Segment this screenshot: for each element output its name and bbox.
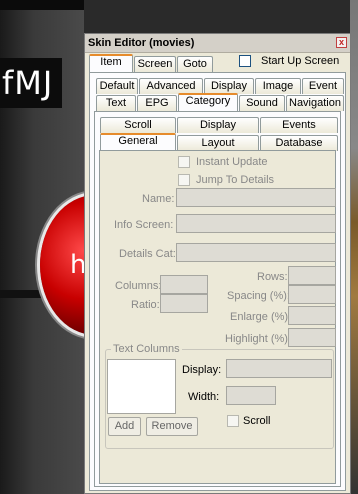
tab-advanced[interactable]: Advanced	[139, 78, 203, 94]
tab-layout-label: Layout	[201, 137, 235, 149]
tab-epg[interactable]: EPG	[137, 95, 177, 111]
name-field[interactable]	[176, 188, 336, 207]
width-field[interactable]	[226, 386, 276, 405]
details-cat-field[interactable]	[176, 243, 336, 262]
ratio-field[interactable]	[160, 294, 208, 313]
tab-image-label: Image	[262, 80, 294, 92]
scroll-checkbox[interactable]	[227, 415, 239, 427]
tab-scroll-label: Scroll	[124, 119, 152, 131]
tab-event-label: Event	[308, 80, 338, 92]
rows-label: Rows:	[257, 271, 288, 283]
tab-display-label: Display	[210, 80, 248, 92]
display-field[interactable]	[226, 359, 332, 378]
width-label: Width:	[188, 391, 220, 403]
background-strip	[0, 0, 84, 10]
tab-database[interactable]: Database	[260, 135, 338, 151]
window-title: Skin Editor (movies)	[88, 37, 195, 49]
category-panel: Scroll Display Events General Layout Dat…	[94, 111, 341, 487]
tab-general-label: General	[118, 135, 158, 147]
jump-to-details-label: Jump To Details	[196, 174, 275, 186]
tab-screen-label: Screen	[137, 58, 173, 70]
item-panel: Default Advanced Display Image Event Tex…	[89, 72, 346, 491]
background-logo: fMJ	[0, 58, 62, 108]
tab-sound[interactable]: Sound	[239, 95, 285, 111]
tab-event[interactable]: Event	[302, 78, 344, 94]
start-up-screen-checkbox[interactable]	[239, 55, 251, 67]
close-icon: x	[338, 37, 344, 47]
general-panel: Instant Update Jump To Details Name: Inf…	[99, 150, 336, 484]
close-button[interactable]: x	[336, 37, 347, 48]
tab-sub-display[interactable]: Display	[177, 117, 259, 133]
tab-layout[interactable]: Layout	[177, 135, 259, 151]
instant-update-checkbox[interactable]	[178, 156, 190, 168]
ratio-label: Ratio:	[131, 299, 160, 311]
info-screen-field[interactable]	[176, 214, 336, 233]
tab-events-label: Events	[282, 119, 316, 131]
add-button-label: Add	[114, 420, 135, 432]
text-columns-list[interactable]	[107, 359, 176, 414]
display-label: Display:	[182, 364, 222, 376]
tab-goto[interactable]: Goto	[177, 56, 213, 72]
tab-advanced-label: Advanced	[146, 80, 196, 92]
skin-editor-window: Skin Editor (movies) x Item Screen Goto …	[84, 33, 351, 494]
tab-goto-label: Goto	[183, 58, 207, 70]
highlight-label: Highlight (%):	[225, 333, 292, 345]
tab-text[interactable]: Text	[96, 95, 136, 111]
tab-sub-display-label: Display	[199, 119, 237, 131]
tab-scroll[interactable]: Scroll	[100, 117, 176, 133]
tab-display[interactable]: Display	[204, 78, 254, 94]
tab-epg-label: EPG	[145, 97, 169, 109]
highlight-field[interactable]	[288, 328, 336, 347]
jump-to-details-checkbox[interactable]	[178, 174, 190, 186]
name-label: Name:	[142, 193, 175, 205]
tab-item-label: Item	[100, 56, 122, 68]
tab-default[interactable]: Default	[96, 78, 138, 94]
tab-navigation[interactable]: Navigation	[286, 95, 344, 111]
tab-screen[interactable]: Screen	[134, 56, 176, 72]
columns-label: Columns:	[115, 280, 162, 292]
info-screen-label: Info Screen:	[114, 219, 174, 231]
tab-category[interactable]: Category	[178, 93, 238, 111]
tab-image[interactable]: Image	[255, 78, 301, 94]
background-right	[350, 0, 358, 494]
spacing-label: Spacing (%):	[227, 290, 290, 302]
tab-navigation-label: Navigation	[289, 97, 341, 109]
tab-item[interactable]: Item	[89, 54, 133, 72]
spacing-field[interactable]	[288, 285, 336, 304]
start-up-screen-label: Start Up Screen	[261, 55, 340, 67]
tab-default-label: Default	[99, 80, 135, 92]
enlarge-field[interactable]	[288, 306, 336, 325]
tab-general[interactable]: General	[100, 133, 176, 151]
tab-events[interactable]: Events	[260, 117, 338, 133]
tab-database-label: Database	[275, 137, 323, 149]
scroll-label: Scroll	[243, 415, 271, 427]
remove-button[interactable]: Remove	[146, 417, 198, 436]
tab-sound-label: Sound	[246, 97, 278, 109]
instant-update-label: Instant Update	[196, 156, 268, 168]
columns-field[interactable]	[160, 275, 208, 294]
enlarge-label: Enlarge (%):	[230, 311, 292, 323]
title-bar[interactable]: Skin Editor (movies) x	[85, 34, 350, 53]
tab-text-label: Text	[105, 97, 127, 109]
tab-category-label: Category	[185, 95, 231, 107]
remove-button-label: Remove	[151, 420, 193, 432]
text-columns-legend: Text Columns	[111, 343, 182, 355]
details-cat-label: Details Cat:	[119, 248, 176, 260]
add-button[interactable]: Add	[108, 417, 141, 436]
rows-field[interactable]	[288, 266, 336, 285]
